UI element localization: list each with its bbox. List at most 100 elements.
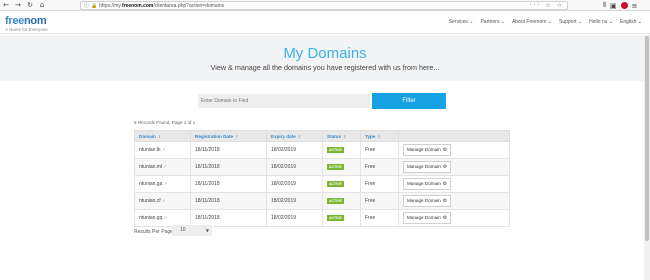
logo-tagline: A Name for Everyone bbox=[5, 27, 48, 32]
sidebar-icon[interactable]: ▣ bbox=[610, 2, 617, 10]
status-badge: ACTIVE bbox=[327, 164, 344, 170]
type-cell: Free bbox=[360, 209, 399, 227]
domain-name: ntunian.ga bbox=[139, 181, 163, 187]
header-actions bbox=[398, 130, 510, 142]
manage-domain-button[interactable]: Manage Domain ⚙ bbox=[403, 195, 452, 207]
top-navigation: Services ⌄ Partners ⌄ About Freenom ⌄ Su… bbox=[449, 19, 642, 25]
manage-domain-button[interactable]: Manage Domain ⚙ bbox=[403, 144, 452, 156]
type-cell: Free bbox=[360, 158, 399, 176]
status-cell: ACTIVE bbox=[322, 209, 361, 227]
domain-cell[interactable]: ntunian.cf↗ bbox=[134, 192, 191, 210]
registration-date: 18/11/2018 bbox=[190, 175, 267, 193]
domain-name: ntunian.gq bbox=[139, 215, 163, 221]
table-row: ntunian.ga↗ 18/11/2018 18/02/2019 ACTIVE… bbox=[134, 175, 510, 193]
forward-arrow-icon[interactable]: → bbox=[12, 0, 24, 11]
external-link-icon[interactable]: ↗ bbox=[162, 148, 166, 153]
external-link-icon[interactable]: ↗ bbox=[163, 165, 167, 170]
address-bar[interactable]: ⓘ 🔒 https://my. freenom.com/clientarea.ph… bbox=[80, 1, 568, 10]
gear-icon: ⚙ bbox=[442, 198, 448, 204]
filter-button[interactable]: Filter bbox=[372, 93, 446, 109]
header-domain-label: Domain bbox=[139, 133, 156, 139]
header-domain[interactable]: Domain ⇕ bbox=[134, 130, 191, 142]
type-cell: Free bbox=[360, 192, 399, 210]
manage-domain-label: Manage Domain bbox=[407, 164, 441, 169]
table-row: ntunian.gq↗ 18/11/2018 18/02/2019 ACTIVE… bbox=[134, 209, 510, 227]
adblock-icon[interactable] bbox=[620, 2, 628, 9]
table-row: ntunian.cf↗ 18/11/2018 18/02/2019 ACTIVE… bbox=[134, 192, 510, 210]
sort-icon: ⇕ bbox=[235, 133, 239, 139]
nav-support[interactable]: Support ⌄ bbox=[559, 19, 582, 25]
table-header-row: Domain ⇕ Registration Date ⇕ Expiry date ⇕ … bbox=[134, 130, 510, 142]
gear-icon: ⚙ bbox=[442, 164, 448, 170]
registration-date: 18/11/2018 bbox=[190, 209, 267, 227]
external-link-icon[interactable]: ↗ bbox=[163, 216, 167, 221]
status-cell: ACTIVE bbox=[322, 175, 361, 193]
expiry-date: 18/02/2019 bbox=[266, 209, 323, 227]
sort-icon: ⇕ bbox=[343, 133, 347, 139]
back-arrow-icon[interactable]: ← bbox=[0, 0, 12, 11]
menu-icon[interactable]: ≡ bbox=[632, 2, 638, 10]
records-count: 5 Records Found, Page 1 of 1 bbox=[134, 120, 196, 125]
library-icon[interactable]: ⫴ bbox=[603, 1, 606, 10]
status-badge: ACTIVE bbox=[327, 215, 344, 221]
page-actions-icon[interactable]: ··· ☆ ☆ bbox=[530, 2, 564, 9]
header-type[interactable]: Type ⇕ bbox=[360, 130, 399, 142]
gear-icon: ⚙ bbox=[442, 215, 448, 221]
domain-name: ntunian.tk bbox=[139, 147, 161, 153]
home-icon[interactable]: ⌂ bbox=[36, 0, 48, 11]
domain-name: ntunian.ml bbox=[139, 164, 163, 170]
external-link-icon[interactable]: ↗ bbox=[162, 199, 166, 204]
status-badge: ACTIVE bbox=[327, 147, 344, 153]
header-expiry-date[interactable]: Expiry date ⇕ bbox=[266, 130, 323, 142]
scrollbar-thumb[interactable] bbox=[645, 36, 649, 241]
freenom-logo[interactable]: freenom bbox=[5, 15, 47, 27]
registration-date: 18/11/2018 bbox=[190, 141, 267, 159]
page-subtitle: View & manage all the domains you have r… bbox=[210, 63, 440, 72]
action-cell: Manage Domain ⚙ bbox=[398, 141, 510, 159]
status-badge: ACTIVE bbox=[327, 181, 344, 187]
info-icon[interactable]: ⓘ bbox=[84, 2, 89, 9]
action-cell: Manage Domain ⚙ bbox=[398, 209, 510, 227]
domain-cell[interactable]: ntunian.gq↗ bbox=[134, 209, 191, 227]
nav-partners[interactable]: Partners ⌄ bbox=[480, 19, 504, 25]
domain-cell[interactable]: ntunian.ga↗ bbox=[134, 175, 191, 193]
url-prefix: https://my. bbox=[99, 2, 122, 9]
domains-table: Domain ⇕ Registration Date ⇕ Expiry date ⇕ … bbox=[134, 130, 510, 227]
status-cell: ACTIVE bbox=[322, 192, 361, 210]
table-row: ntunian.tk↗ 18/11/2018 18/02/2019 ACTIVE… bbox=[134, 141, 510, 159]
url-domain: freenom.com bbox=[121, 2, 154, 9]
logo-free: free bbox=[5, 15, 24, 27]
manage-domain-label: Manage Domain bbox=[407, 215, 441, 220]
header-status[interactable]: Status ⇕ bbox=[322, 130, 361, 142]
results-per-page-label: Results Per Page bbox=[134, 229, 173, 235]
page-hero: My Domains View & manage all the domains… bbox=[0, 35, 650, 81]
expiry-date: 18/02/2019 bbox=[266, 192, 323, 210]
manage-domain-button[interactable]: Manage Domain ⚙ bbox=[403, 212, 452, 224]
reload-icon[interactable]: ↻ bbox=[24, 0, 36, 11]
domain-cell[interactable]: ntunian.ml↗ bbox=[134, 158, 191, 176]
expiry-date: 18/02/2019 bbox=[266, 158, 323, 176]
gear-icon: ⚙ bbox=[442, 181, 448, 187]
external-link-icon[interactable]: ↗ bbox=[163, 182, 167, 187]
domain-cell[interactable]: ntunian.tk↗ bbox=[134, 141, 191, 159]
manage-domain-button[interactable]: Manage Domain ⚙ bbox=[403, 161, 452, 173]
expiry-date: 18/02/2019 bbox=[266, 141, 323, 159]
nav-user[interactable]: Hello nu ⌄ bbox=[589, 19, 613, 25]
manage-domain-button[interactable]: Manage Domain ⚙ bbox=[403, 178, 452, 190]
sort-icon: ⇕ bbox=[297, 133, 302, 139]
site-header: freenom A Name for Everyone Services ⌄ P… bbox=[0, 11, 650, 34]
type-cell: Free bbox=[360, 141, 399, 159]
manage-domain-label: Manage Domain bbox=[407, 198, 441, 203]
header-type-label: Type bbox=[365, 133, 376, 139]
status-cell: ACTIVE bbox=[322, 141, 361, 159]
results-per-page-select[interactable]: 10 ▼ bbox=[172, 225, 212, 236]
header-registration-date[interactable]: Registration Date ⇕ bbox=[190, 130, 267, 142]
nav-about[interactable]: About Freenom ⌄ bbox=[512, 19, 552, 25]
sort-icon: ⇕ bbox=[157, 133, 162, 139]
url-path: /clientarea.php?action=domains bbox=[153, 2, 225, 9]
logo-nom: nom bbox=[23, 15, 47, 27]
domain-search-input[interactable] bbox=[198, 94, 370, 108]
nav-language[interactable]: English ⌄ bbox=[620, 19, 642, 25]
nav-services[interactable]: Services ⌄ bbox=[449, 19, 474, 25]
sort-icon: ⇕ bbox=[377, 133, 381, 139]
